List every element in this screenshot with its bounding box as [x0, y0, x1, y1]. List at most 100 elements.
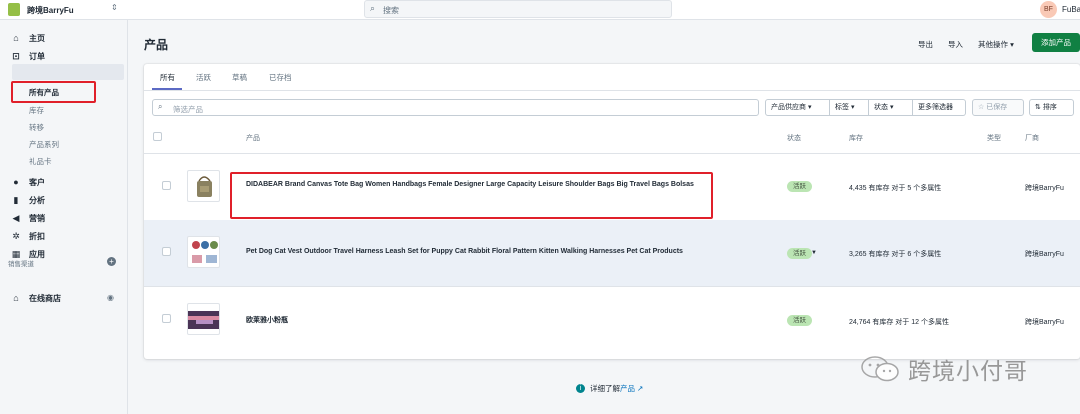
store-icon: ⌂: [13, 293, 19, 303]
more-filters-button[interactable]: 更多筛选器: [913, 99, 966, 116]
learn-more-products-link[interactable]: 产品: [620, 383, 635, 394]
sort-label: 排序: [1042, 104, 1057, 111]
status-badge: 活跃: [787, 181, 812, 192]
vendor-text: 跨境BarryFu: [1025, 185, 1064, 192]
pet-harness-image: [192, 241, 218, 263]
highlight-box-all-products: [11, 81, 96, 103]
sidebar-item-online-store[interactable]: ⌂ 在线商店: [10, 291, 61, 305]
tab-draft[interactable]: 草稿: [232, 72, 247, 83]
sidebar-item-label: 客户: [29, 177, 45, 187]
chevron-down-icon: ▾: [807, 104, 812, 111]
sidebar-item-label: 主页: [29, 33, 45, 43]
sidebar-item-label: 营销: [29, 213, 45, 223]
vendor-text: 跨境BarryFu: [1025, 251, 1064, 258]
vendor-text: 跨境BarryFu: [1025, 319, 1064, 326]
tab-all[interactable]: 所有: [160, 72, 175, 83]
watermark: 跨境小付哥: [858, 352, 1028, 386]
sidebar-subitem-transfers[interactable]: 转移: [29, 122, 44, 133]
tab-active[interactable]: 活跃: [196, 72, 211, 83]
sales-channels-label: 销售渠道: [8, 261, 34, 268]
sidebar-item-customers[interactable]: ● 客户: [10, 175, 45, 189]
product-thumbnail-tote-bag[interactable]: [187, 170, 220, 202]
tags-filter-label: 标签: [835, 104, 849, 111]
inventory-text: 4,435 有库存 对于 5 个多属性: [849, 185, 942, 192]
user-name[interactable]: FuBarry: [1062, 5, 1080, 14]
top-bar: 跨境BarryFu ⇕ ⌕ 搜索 BF FuBarry: [0, 0, 1080, 20]
product-name-link[interactable]: 欧莱雅小粉瓶: [246, 315, 288, 325]
row-checkbox[interactable]: [162, 181, 171, 190]
add-channel-plus-icon[interactable]: +: [107, 257, 116, 266]
filter-products-input[interactable]: ⌕ 筛选产品: [152, 99, 759, 116]
megaphone-icon: ◀: [12, 212, 20, 223]
tote-bag-image: [197, 176, 212, 197]
select-all-checkbox[interactable]: [153, 132, 162, 141]
more-actions-button[interactable]: 其他操作 ▾: [978, 39, 1014, 50]
sidebar-item-label: 订单: [29, 51, 45, 61]
search-placeholder: 搜索: [383, 6, 399, 15]
wechat-logo-icon: [861, 356, 899, 382]
more-actions-label: 其他操作: [978, 40, 1008, 49]
chevron-down-icon: ▾: [889, 104, 894, 111]
export-button[interactable]: 导出: [918, 39, 933, 50]
sidebar-item-label: 折扣: [29, 231, 45, 241]
external-link-icon: ↗: [635, 384, 644, 393]
status-filter-button[interactable]: 状态 ▾: [869, 99, 913, 116]
page-title: 产品: [144, 38, 169, 52]
filter-placeholder: 筛选产品: [173, 105, 203, 114]
serum-image: [188, 311, 219, 329]
tab-archived[interactable]: 已存档: [269, 72, 292, 83]
product-thumbnail-pet-harness[interactable]: [187, 236, 220, 268]
product-name-link[interactable]: Pet Dog Cat Vest Outdoor Travel Harness …: [246, 248, 683, 255]
highlight-box-product: [230, 172, 713, 219]
row-divider: [144, 286, 1080, 287]
eye-icon[interactable]: ◉: [107, 293, 114, 302]
star-icon: ☆: [978, 104, 985, 111]
store-logo-icon: [8, 3, 20, 16]
sidebar-item-label: 分析: [29, 195, 45, 205]
sort-button[interactable]: ⇅ 排序: [1029, 99, 1074, 116]
tags-filter-button[interactable]: 标签 ▾: [830, 99, 869, 116]
column-header-product[interactable]: 产品: [246, 133, 260, 143]
inventory-text: 24,764 有库存 对于 12 个多属性: [849, 319, 949, 326]
bar-chart-icon: ▮: [13, 194, 19, 205]
column-header-inventory[interactable]: 库存: [849, 133, 863, 143]
sidebar-item-orders[interactable]: ⊡ 订单: [10, 49, 45, 63]
status-badge: 活跃: [787, 248, 812, 259]
column-header-vendor[interactable]: 厂商: [1025, 133, 1039, 143]
global-search-input[interactable]: ⌕ 搜索: [364, 0, 672, 18]
home-icon: ⌂: [13, 33, 19, 43]
vendor-filter-label: 产品供应商: [771, 104, 806, 111]
sidebar-active-highlight: [12, 64, 124, 80]
header-divider: [144, 153, 1080, 154]
column-header-type[interactable]: 类型: [987, 133, 1001, 143]
search-icon: ⌕: [158, 102, 163, 111]
avatar[interactable]: BF: [1040, 1, 1057, 18]
store-name[interactable]: 跨境BarryFu: [27, 5, 74, 16]
import-button[interactable]: 导入: [948, 39, 963, 50]
column-header-status[interactable]: 状态: [787, 133, 801, 143]
sidebar-item-label: 在线商店: [29, 293, 61, 303]
sidebar-item-home[interactable]: ⌂ 主页: [10, 31, 45, 45]
product-thumbnail-serum[interactable]: [187, 303, 220, 335]
sidebar-subitem-collections[interactable]: 产品系列: [29, 139, 59, 150]
add-product-button[interactable]: 添加产品: [1032, 33, 1080, 52]
chevron-down-icon: ▾: [850, 104, 855, 111]
sidebar-item-analytics[interactable]: ▮ 分析: [10, 193, 45, 207]
status-dropdown-caret-icon[interactable]: ▼: [811, 250, 817, 256]
learn-more-prefix: 详细了解: [590, 384, 620, 393]
chevron-down-icon: ▾: [1010, 40, 1014, 49]
sidebar-subitem-inventory[interactable]: 库存: [29, 105, 44, 116]
row-checkbox[interactable]: [162, 314, 171, 323]
person-icon: ●: [13, 177, 19, 187]
sort-icon: ⇅: [1035, 104, 1041, 111]
sidebar-item-marketing[interactable]: ◀ 营销: [10, 211, 45, 225]
info-icon: i: [576, 384, 585, 393]
saved-button[interactable]: ☆ 已保存: [972, 99, 1024, 116]
search-icon: ⌕: [370, 3, 376, 13]
sidebar-subitem-gift-cards[interactable]: 礼品卡: [29, 156, 52, 167]
vendor-filter-button[interactable]: 产品供应商 ▾: [765, 99, 830, 116]
row-checkbox[interactable]: [162, 247, 171, 256]
store-switcher-chevron-icon[interactable]: ⇕: [111, 3, 118, 12]
inventory-text: 3,265 有库存 对于 6 个多属性: [849, 251, 942, 258]
sidebar-item-discounts[interactable]: ✲ 折扣: [10, 229, 45, 243]
